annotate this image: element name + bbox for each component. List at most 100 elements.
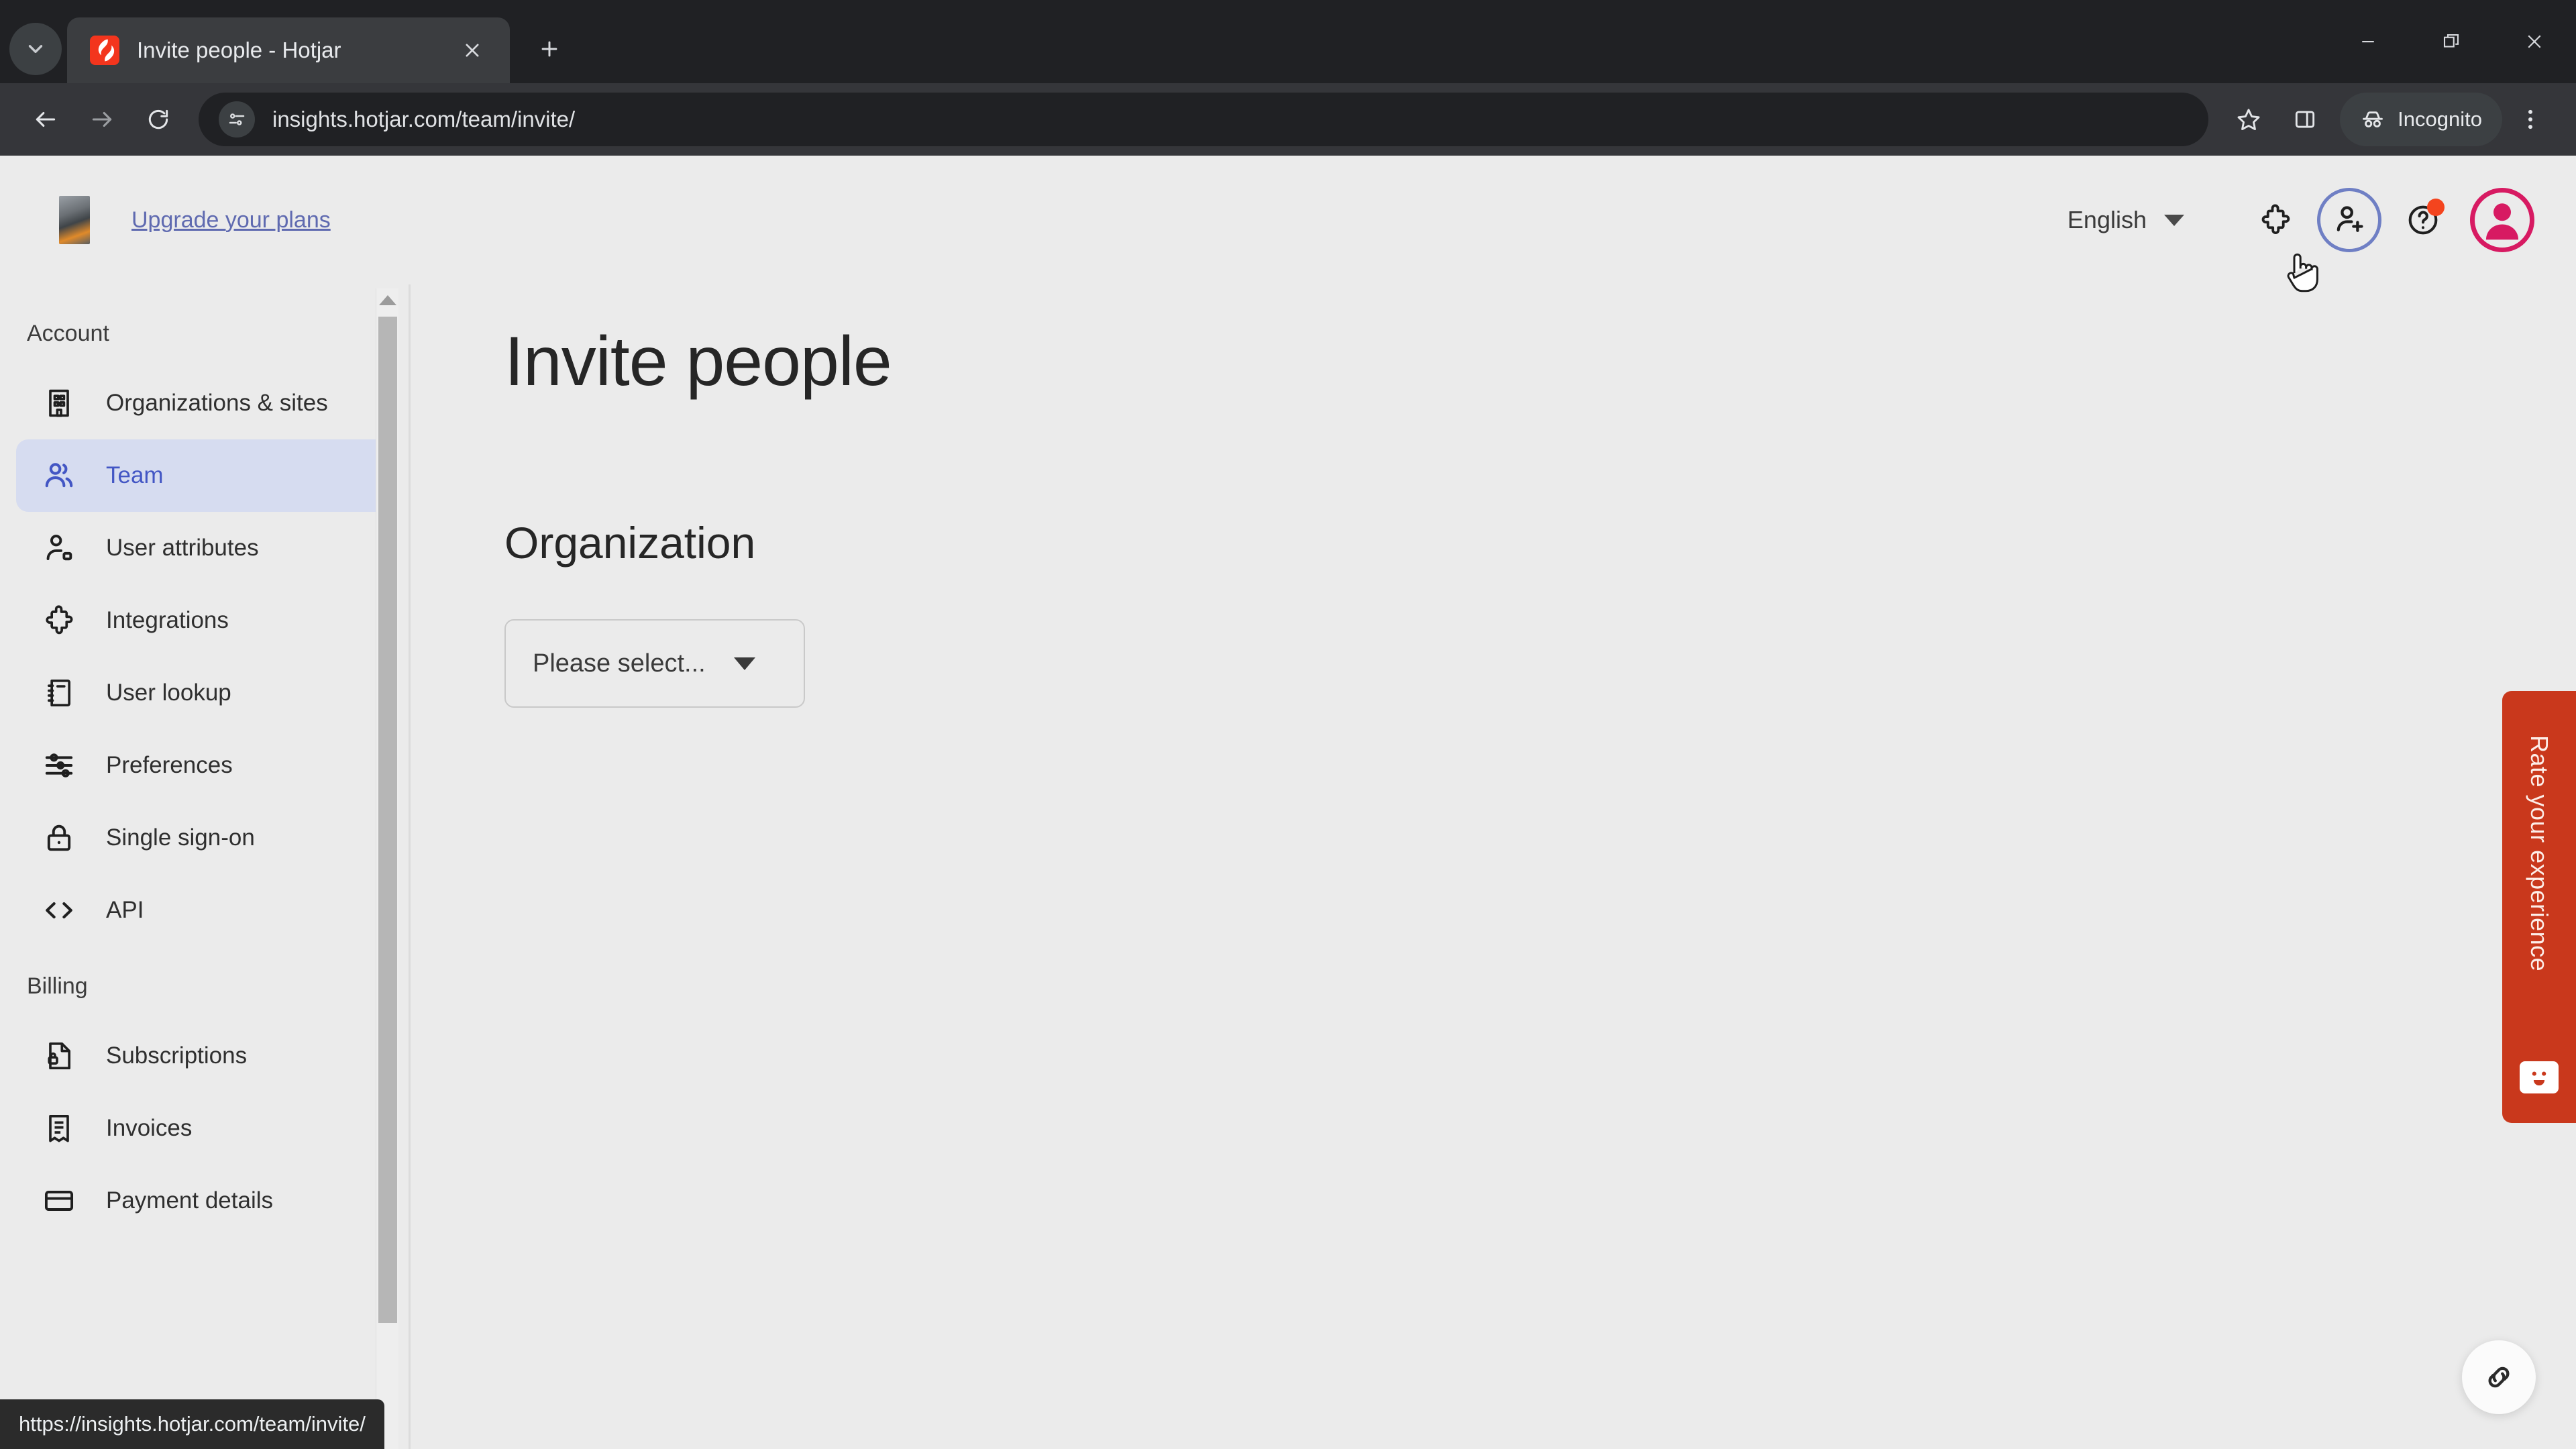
- site-settings-icon[interactable]: [219, 101, 255, 138]
- sidebar-item-label: Preferences: [106, 752, 233, 778]
- tab-search-button[interactable]: [9, 23, 62, 75]
- reload-icon: [148, 109, 168, 129]
- sliders-glyph: [229, 113, 245, 125]
- sidebar-item-integrations[interactable]: Integrations: [16, 584, 394, 657]
- rate-experience-tab[interactable]: Rate your experience: [2502, 691, 2576, 1123]
- close-icon: [466, 44, 479, 57]
- rate-experience-label: Rate your experience: [2526, 735, 2553, 972]
- lock-icon: [42, 820, 76, 855]
- credit-card-icon: [42, 1183, 76, 1218]
- sidebar-item-invoices[interactable]: Invoices: [16, 1092, 394, 1165]
- new-tab-button[interactable]: [525, 24, 574, 74]
- tab-close-button[interactable]: [453, 32, 491, 69]
- document-lock-icon: [42, 1038, 76, 1073]
- close-window-button[interactable]: [2493, 0, 2576, 83]
- copy-link-button[interactable]: [2462, 1340, 2536, 1414]
- forward-button[interactable]: [74, 91, 130, 148]
- sidebar-item-label: Organizations & sites: [106, 390, 328, 416]
- sidebar-item-api[interactable]: API: [16, 874, 394, 947]
- chevron-down-icon: [28, 45, 43, 53]
- tab-title: Invite people - Hotjar: [137, 38, 341, 62]
- sidebar-scrollbar[interactable]: [376, 288, 398, 1449]
- hotjar-flame-glyph: [98, 39, 115, 62]
- tab-strip: Invite people - Hotjar: [0, 0, 2576, 83]
- puzzle-piece-icon: [42, 603, 76, 638]
- organization-section-title: Organization: [504, 518, 756, 568]
- side-panel-button[interactable]: [2277, 91, 2333, 148]
- sidebar-item-label: Integrations: [106, 607, 229, 633]
- close-icon: [2528, 35, 2541, 48]
- sliders-icon: [42, 748, 76, 783]
- sidebar-item-single-sign-on[interactable]: Single sign-on: [16, 802, 394, 874]
- account-thumbnail: [59, 196, 90, 244]
- back-arrow-icon: [36, 111, 56, 127]
- users-icon: [42, 458, 76, 493]
- status-bar-url: https://insights.hotjar.com/team/invite/: [19, 1412, 366, 1436]
- sidebar-item-team[interactable]: Team: [16, 439, 394, 512]
- page-body: Account Organizations & sites Team User …: [0, 284, 2576, 1449]
- sidebar-item-label: Payment details: [106, 1187, 274, 1214]
- organization-select-value: Please select...: [533, 649, 706, 678]
- sidebar-scroll-content: Account Organizations & sites Team User …: [0, 284, 411, 1237]
- chain-link-icon: [2488, 1366, 2510, 1388]
- reload-button[interactable]: [130, 91, 186, 148]
- bookmark-button[interactable]: [2220, 91, 2277, 148]
- sidebar-item-preferences[interactable]: Preferences: [16, 729, 394, 802]
- incognito-spy-icon: [2363, 111, 2383, 127]
- minimize-button[interactable]: [2326, 0, 2410, 83]
- forward-arrow-icon: [92, 111, 112, 127]
- language-label: English: [2067, 206, 2147, 233]
- status-bar: https://insights.hotjar.com/team/invite/: [0, 1399, 384, 1449]
- incognito-indicator[interactable]: Incognito: [2340, 93, 2502, 146]
- invite-people-button[interactable]: [2317, 188, 2381, 252]
- side-panel-icon: [2296, 111, 2315, 128]
- three-dot-menu-icon: [2528, 109, 2533, 129]
- browser-toolbar: insights.hotjar.com/team/invite/ Incogni…: [0, 83, 2576, 156]
- notebook-icon: [42, 676, 76, 710]
- caret-down-icon: [733, 657, 755, 670]
- sidebar-item-payment-details[interactable]: Payment details: [16, 1165, 394, 1237]
- sidebar-item-label: Invoices: [106, 1115, 193, 1141]
- sidebar-item-organizations-sites[interactable]: Organizations & sites: [16, 367, 394, 439]
- page-title: Invite people: [504, 323, 892, 400]
- sidebar-item-subscriptions[interactable]: Subscriptions: [16, 1020, 394, 1092]
- smiley-face-icon: [2520, 1061, 2559, 1093]
- plus-icon: [541, 41, 557, 57]
- back-button[interactable]: [17, 91, 74, 148]
- app-header: Upgrade your plans English: [0, 156, 2576, 284]
- browser-tab[interactable]: Invite people - Hotjar: [67, 17, 510, 83]
- window-controls: [2326, 0, 2576, 83]
- building-icon: [42, 386, 76, 421]
- language-selector[interactable]: English: [2068, 206, 2184, 234]
- url-text: insights.hotjar.com/team/invite/: [272, 107, 576, 131]
- sidebar-item-label: Subscriptions: [106, 1042, 248, 1069]
- sidebar-item-label: Team: [106, 462, 164, 488]
- page-viewport: Upgrade your plans English Account Organ…: [0, 156, 2576, 1449]
- maximize-button[interactable]: [2410, 0, 2493, 83]
- star-icon: [2237, 109, 2260, 130]
- scroll-up-arrow-icon[interactable]: [378, 295, 396, 305]
- sidebar-item-user-lookup[interactable]: User lookup: [16, 657, 394, 729]
- help-button[interactable]: [2391, 188, 2455, 252]
- sidebar-section-account: Account: [27, 321, 109, 346]
- notification-dot: [2427, 199, 2445, 216]
- address-bar[interactable]: insights.hotjar.com/team/invite/: [199, 93, 2209, 146]
- sidebar-section-billing: Billing: [27, 973, 88, 999]
- incognito-label: Incognito: [2398, 107, 2482, 131]
- receipt-icon: [42, 1111, 76, 1146]
- extensions-button[interactable]: [2243, 188, 2308, 252]
- minimize-icon: [2362, 40, 2374, 43]
- sidebar-item-label: Single sign-on: [106, 824, 255, 851]
- upgrade-plans-link[interactable]: Upgrade your plans: [131, 207, 331, 233]
- smiley-glyph: [2532, 1071, 2546, 1086]
- scrollbar-thumb[interactable]: [378, 317, 397, 1323]
- puzzle-piece-icon: [2261, 204, 2290, 235]
- user-avatar[interactable]: [2470, 188, 2534, 252]
- person-add-icon: [2337, 206, 2363, 232]
- browser-menu-button[interactable]: [2502, 91, 2559, 148]
- sidebar-item-label: User lookup: [106, 680, 231, 706]
- user-tag-icon: [42, 531, 76, 566]
- sidebar-item-user-attributes[interactable]: User attributes: [16, 512, 394, 584]
- organization-select[interactable]: Please select...: [504, 619, 805, 708]
- hotjar-flame-icon: [90, 36, 119, 65]
